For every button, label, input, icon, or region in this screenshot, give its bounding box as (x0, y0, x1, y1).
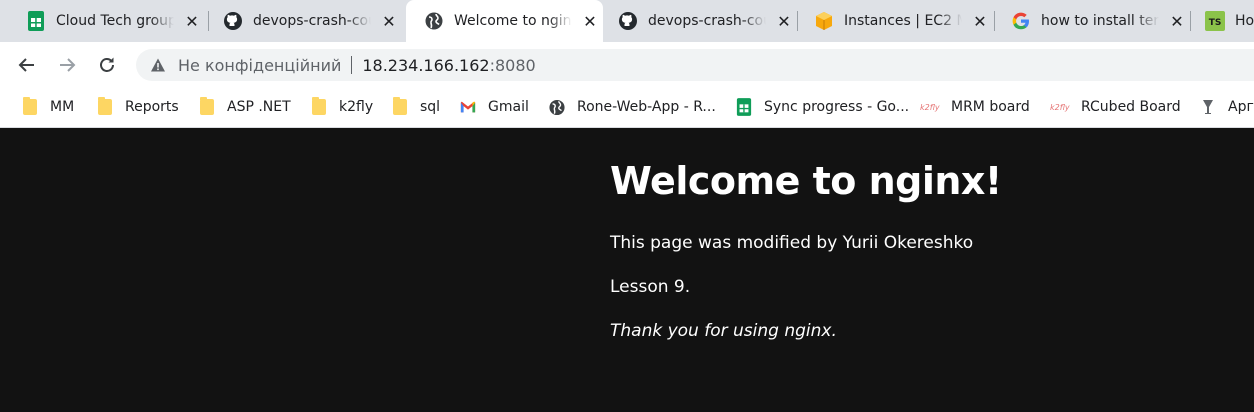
folder-icon (311, 97, 327, 115)
globe-icon (424, 11, 444, 31)
bookmark-label: Sync progress - Go... (764, 99, 910, 115)
bookmark-label: sql (420, 99, 441, 115)
tab-how-to-install-terraform[interactable]: how to install terr ✕ (993, 0, 1191, 42)
globe-icon (549, 99, 565, 115)
page-heading: Welcome to nginx! (610, 159, 1002, 203)
security-status-label[interactable]: Не конфіденційний (178, 56, 341, 75)
svg-text:TS: TS (1209, 18, 1222, 28)
bookmark-arg[interactable]: Арг (1200, 88, 1254, 126)
tab-title: Instances | EC2 M (844, 13, 962, 29)
k2fly-icon: k2fly (1050, 99, 1072, 115)
tab-ts[interactable]: TS Ho (1187, 0, 1254, 42)
close-icon[interactable]: ✕ (1169, 12, 1185, 31)
bookmark-label: Reports (125, 99, 179, 115)
arrow-left-icon (18, 58, 34, 72)
bookmark-label: MM (50, 99, 75, 115)
reload-icon (100, 57, 114, 72)
forward-button[interactable] (54, 52, 80, 78)
arrow-right-icon (60, 58, 76, 72)
bookmark-rone-web-app[interactable]: Rone-Web-App - R... (549, 88, 716, 126)
svg-text:k2fly: k2fly (920, 103, 940, 112)
bookmark-label: Арг (1228, 99, 1254, 115)
glass-icon (1200, 99, 1216, 115)
close-icon[interactable]: ✕ (381, 12, 397, 31)
warning-icon[interactable] (150, 57, 166, 73)
tab-title: Ho (1235, 13, 1254, 29)
thank-you-text: Thank you for using nginx. (610, 321, 837, 341)
close-icon[interactable]: ✕ (184, 12, 200, 31)
tab-welcome-to-nginx[interactable]: Welcome to nginx ✕ (406, 0, 603, 42)
bookmark-rcubed-board[interactable]: k2fly RCubed Board (1050, 88, 1181, 126)
svg-text:k2fly: k2fly (1050, 103, 1070, 112)
tab-devops-crash-course-2[interactable]: devops-crash-cou ✕ (600, 0, 798, 42)
bookmark-folder-reports[interactable]: Reports (97, 88, 179, 126)
url-host[interactable]: 18.234.166.162 (362, 56, 489, 75)
folder-icon (22, 97, 38, 115)
bookmark-gmail[interactable]: Gmail (460, 88, 529, 126)
bookmark-label: k2fly (339, 99, 374, 115)
bookmark-folder-k2fly[interactable]: k2fly (311, 88, 373, 126)
tab-devops-crash-course-1[interactable]: devops-crash-cou ✕ (205, 0, 403, 42)
bookmark-label: Rone-Web-App - R... (577, 99, 716, 115)
google-sheets-icon (26, 11, 46, 31)
folder-icon (392, 97, 408, 115)
tab-title: Cloud Tech group (56, 13, 174, 29)
github-icon (223, 11, 243, 31)
tab-title: Welcome to nginx (454, 13, 572, 29)
tab-title: how to install terr (1041, 13, 1159, 29)
url-port[interactable]: :8080 (490, 56, 536, 75)
browser-toolbar: Не конфіденційний 18.234.166.162 :8080 (0, 42, 1254, 88)
google-sheets-icon (736, 98, 752, 116)
aws-ec2-icon (814, 11, 834, 31)
github-icon (618, 11, 638, 31)
bookmark-label: RCubed Board (1081, 99, 1181, 115)
tab-strip: Cloud Tech group ✕ devops-crash-cou ✕ We… (0, 0, 1254, 42)
modified-by-text: This page was modified by Yurii Okereshk… (610, 233, 974, 253)
lesson-text: Lesson 9. (610, 277, 691, 297)
bookmark-folder-sql[interactable]: sql (392, 88, 440, 126)
bookmarks-bar: MM Reports ASP .NET k2fly sql Gmail Rone… (0, 88, 1254, 128)
folder-icon (97, 97, 113, 115)
close-icon[interactable]: ✕ (972, 12, 988, 31)
tab-title: devops-crash-cou (253, 13, 371, 29)
bookmark-label: Gmail (488, 99, 529, 115)
tab-cloud-tech-group[interactable]: Cloud Tech group ✕ (8, 0, 206, 42)
google-icon (1011, 11, 1031, 31)
bookmark-mrm-board[interactable]: k2fly MRM board (920, 88, 1030, 126)
close-icon[interactable]: ✕ (582, 12, 598, 31)
folder-icon (199, 97, 215, 115)
back-button[interactable] (14, 52, 40, 78)
bookmark-folder-mm[interactable]: MM (22, 88, 74, 126)
page-viewport: Welcome to nginx! This page was modified… (0, 129, 1254, 412)
bookmark-sync-progress[interactable]: Sync progress - Go... (736, 88, 909, 126)
reload-button[interactable] (94, 52, 120, 78)
tab-instances-ec2[interactable]: Instances | EC2 M ✕ (796, 0, 994, 42)
k2fly-icon: k2fly (920, 99, 942, 115)
divider (351, 56, 353, 74)
gmail-icon (460, 99, 476, 115)
tab-title: devops-crash-cou (648, 13, 766, 29)
bookmark-label: MRM board (951, 99, 1030, 115)
close-icon[interactable]: ✕ (776, 12, 792, 31)
bookmark-label: ASP .NET (227, 99, 291, 115)
bookmark-folder-asp-net[interactable]: ASP .NET (199, 88, 291, 126)
address-bar[interactable]: Не конфіденційний 18.234.166.162 :8080 (136, 49, 1254, 81)
ts-icon: TS (1205, 11, 1225, 31)
